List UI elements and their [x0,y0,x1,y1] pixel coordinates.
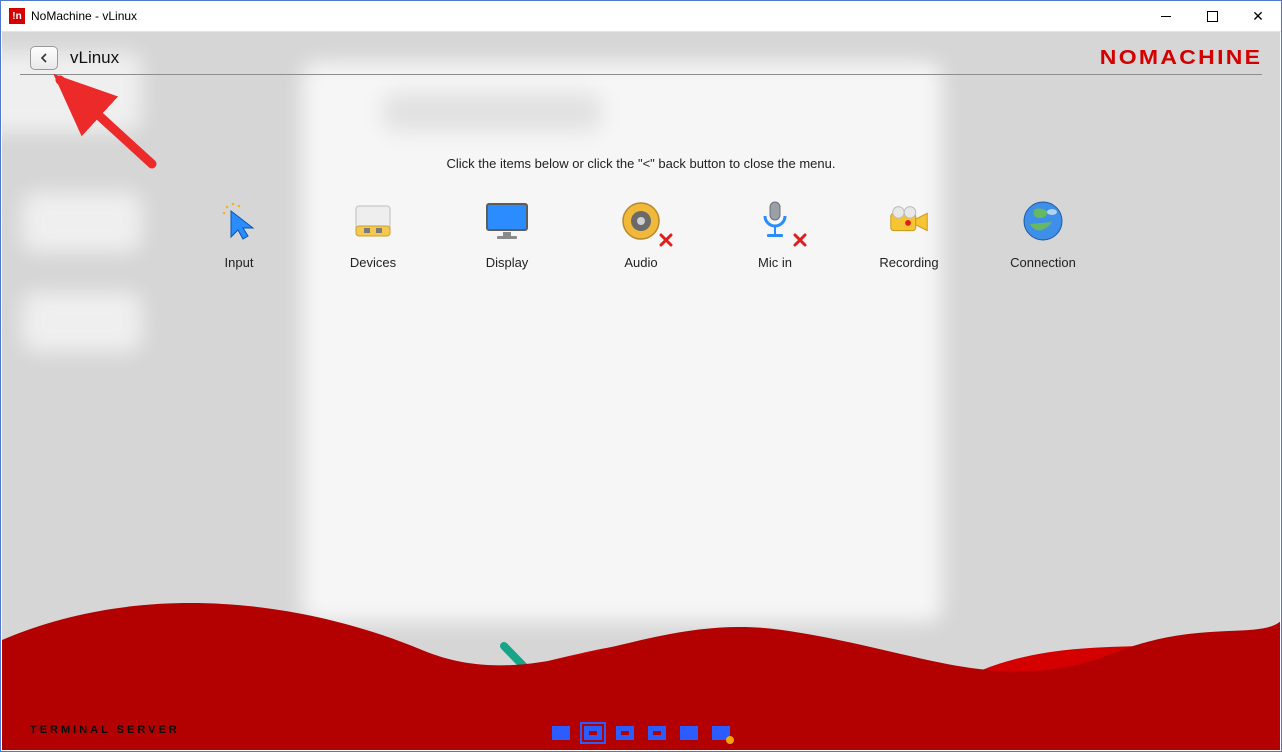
tray-button-2[interactable] [584,726,602,740]
tray-button-6[interactable] [712,726,730,740]
brand-logo: NOMACHINE [1099,47,1262,70]
footer-label: TERMINAL SERVER [30,724,180,736]
client-area: vLinux NOMACHINE Click the items below o… [2,32,1280,750]
menu-item-label: Connection [1010,255,1076,270]
menu-item-label: Input [225,255,254,270]
tray-button-1[interactable] [552,726,570,740]
menu-item-audio[interactable]: Audio [605,197,677,270]
app-icon: !n [9,8,25,24]
menu-item-recording[interactable]: Recording [873,197,945,270]
cursor-icon [215,197,263,245]
session-name: vLinux [70,48,119,68]
menu-item-label: Devices [350,255,396,270]
header-divider [20,74,1262,75]
usb-disk-icon [349,197,397,245]
error-badge-icon [659,233,673,247]
error-badge-icon [793,233,807,247]
speaker-icon [617,197,665,245]
tray-button-4[interactable] [648,726,666,740]
maximize-button[interactable] [1189,1,1235,31]
menu-item-input[interactable]: Input [203,197,275,270]
close-button[interactable]: ✕ [1235,1,1281,31]
camcorder-icon [885,197,933,245]
footer-wave [2,580,1280,750]
window-title: NoMachine - vLinux [31,9,137,23]
app-window: !n NoMachine - vLinux ✕ vLinux NOMACHINE [0,0,1282,752]
instruction-text: Click the items below or click the "<" b… [2,156,1280,171]
panel-header: vLinux NOMACHINE [2,32,1280,84]
menu-item-label: Audio [624,255,657,270]
tray-button-5[interactable] [680,726,698,740]
chevron-left-icon [39,53,49,63]
globe-icon [1019,197,1067,245]
menu-item-mic[interactable]: Mic in [739,197,811,270]
minimize-button[interactable] [1143,1,1189,31]
menu-item-label: Mic in [758,255,792,270]
menu-item-display[interactable]: Display [471,197,543,270]
menu-item-connection[interactable]: Connection [1007,197,1079,270]
menu-grid: Input Devices [2,197,1280,270]
footer-tray [552,726,730,740]
titlebar: !n NoMachine - vLinux ✕ [1,1,1281,32]
tray-button-3[interactable] [616,726,634,740]
menu-item-label: Recording [879,255,938,270]
menu-item-devices[interactable]: Devices [337,197,409,270]
menu-item-label: Display [486,255,529,270]
monitor-icon [483,197,531,245]
microphone-icon [751,197,799,245]
back-button[interactable] [30,46,58,70]
